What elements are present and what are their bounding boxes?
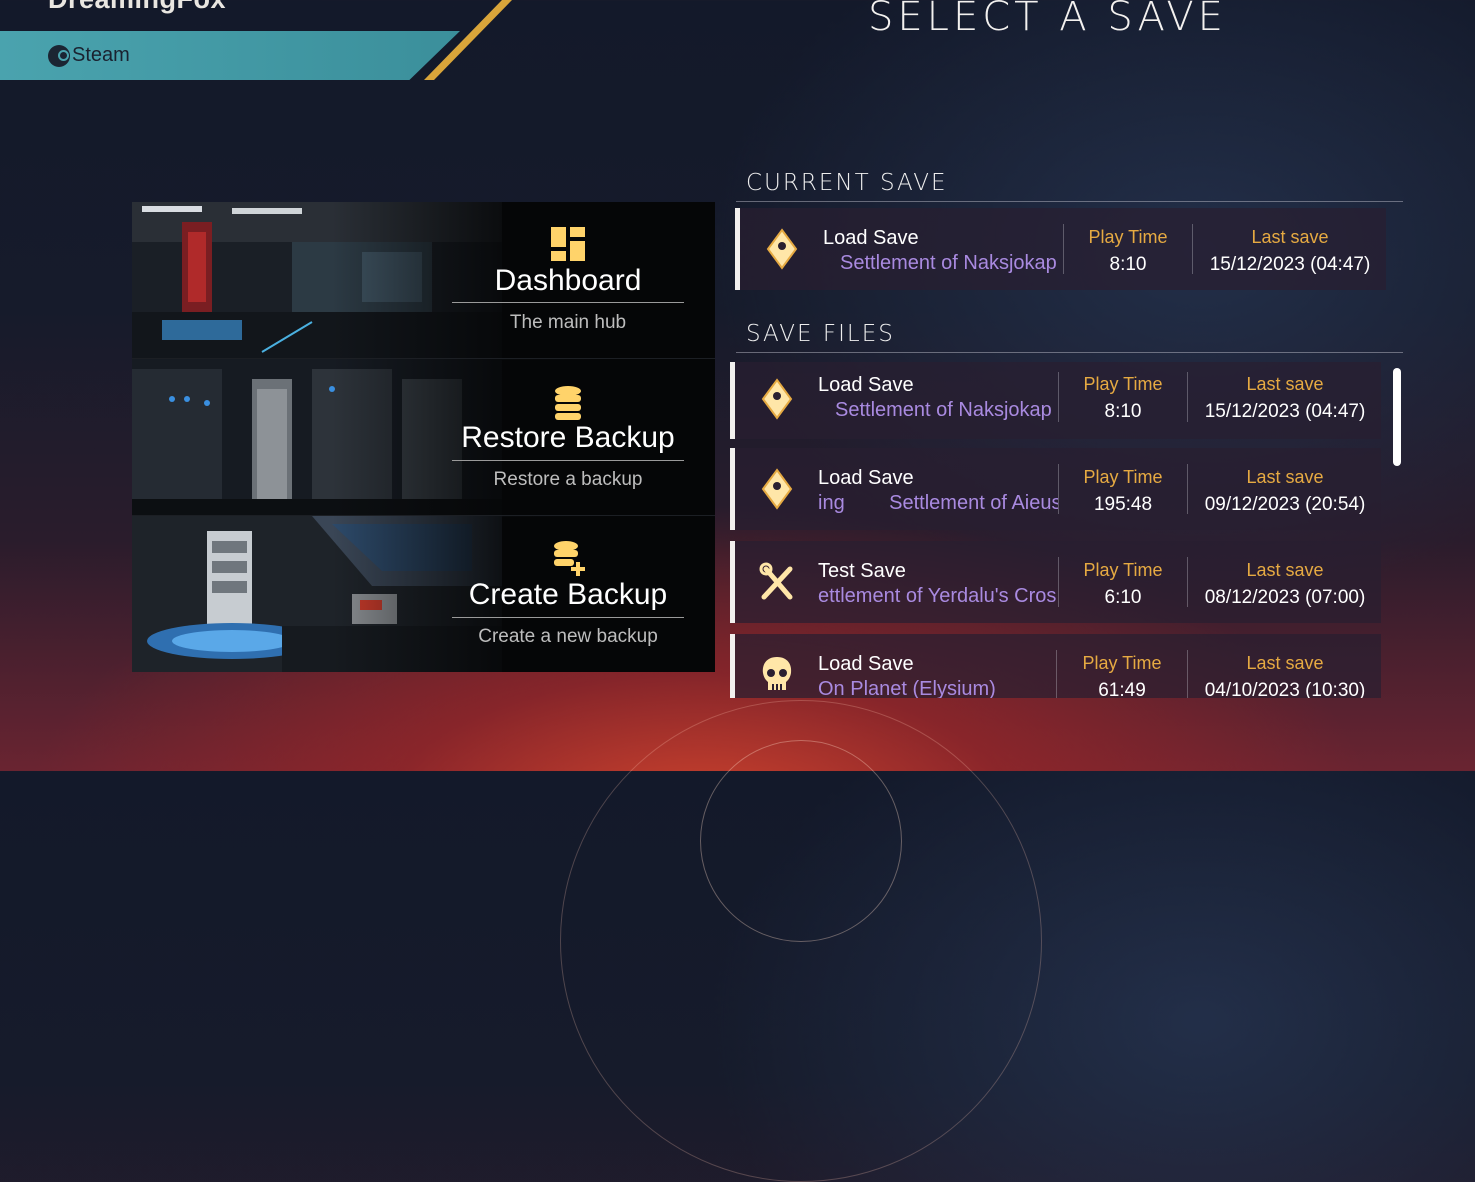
- last-save-label: Last save: [1246, 467, 1324, 487]
- column-divider: [1192, 224, 1193, 274]
- play-time-column: Play Time 195:48: [1065, 467, 1181, 516]
- last-save-value: 04/10/2023 (10:30): [1204, 680, 1366, 698]
- location-pin-icon: [766, 228, 798, 270]
- last-save-label: Last save: [1246, 653, 1324, 673]
- skull-icon: [762, 657, 792, 690]
- database-add-icon: [554, 541, 585, 576]
- last-save-column: Last save 15/12/2023 (04:47): [1192, 374, 1378, 423]
- play-time-label: Play Time: [1083, 467, 1163, 487]
- save-location: On Planet (Elysium): [818, 678, 996, 698]
- column-divider: [1058, 464, 1059, 514]
- last-save-label: Last save: [1246, 560, 1324, 580]
- section-divider: [736, 201, 1403, 202]
- dashboard-icon: [551, 227, 585, 261]
- play-time-label: Play Time: [1083, 374, 1163, 394]
- save-name: Load Save: [818, 374, 914, 396]
- play-time-value: 6:10: [1104, 587, 1142, 608]
- play-time-value: 8:10: [1109, 254, 1147, 275]
- gold-stripe: [424, 0, 512, 80]
- play-time-value: 61:49: [1098, 680, 1146, 698]
- menu-divider: [452, 617, 684, 618]
- play-time-column: Play Time 61:49: [1064, 653, 1180, 698]
- save-file-row[interactable]: Test Save ettlement of Yerdalu's Cros Pl…: [730, 541, 1381, 623]
- last-save-column: Last save 08/12/2023 (07:00): [1192, 560, 1378, 609]
- last-save-value: 09/12/2023 (20:54): [1204, 494, 1366, 515]
- row-accent: [730, 634, 735, 698]
- row-accent: [730, 541, 735, 623]
- location-pin-icon: [761, 468, 793, 510]
- background-ring: [700, 740, 902, 942]
- play-time-column: Play Time 8:10: [1065, 374, 1181, 423]
- last-save-column: Last save 09/12/2023 (20:54): [1192, 467, 1378, 516]
- steam-icon: [48, 44, 70, 67]
- play-time-value: 195:48: [1093, 494, 1153, 515]
- row-accent: [730, 448, 735, 530]
- save-location: ettlement of Yerdalu's Cros: [818, 585, 1057, 607]
- save-file-row[interactable]: Load Save On Planet (Elysium) Play Time …: [730, 634, 1381, 698]
- menu-title: Dashboard: [494, 264, 642, 297]
- save-files-heading: SAVE FILES: [746, 321, 895, 347]
- page-title: SELECT A SAVE: [868, 0, 1227, 40]
- column-divider: [1058, 372, 1059, 422]
- save-file-row[interactable]: Load Save ing Settlement of Aieus Play T…: [730, 448, 1381, 530]
- column-divider: [1056, 650, 1057, 698]
- current-save-row[interactable]: Load Save Settlement of Naksjokap Play T…: [735, 208, 1386, 290]
- save-name: Load Save: [818, 653, 914, 675]
- location-pin-icon: [761, 378, 793, 420]
- menu-subtitle: Restore a backup: [493, 469, 643, 490]
- play-time-label: Play Time: [1088, 227, 1168, 247]
- save-location: Settlement of Naksjokap: [840, 252, 1057, 274]
- menu-subtitle: The main hub: [509, 312, 627, 333]
- save-name: Load Save: [818, 467, 914, 489]
- last-save-label: Last save: [1246, 374, 1324, 394]
- user-name: DreamingFox: [48, 0, 226, 15]
- last-save-value: 15/12/2023 (04:47): [1209, 254, 1371, 275]
- column-divider: [1187, 464, 1188, 514]
- current-save-heading: CURRENT SAVE: [746, 170, 948, 196]
- last-save-value: 08/12/2023 (07:00): [1204, 587, 1366, 608]
- menu-divider: [452, 460, 684, 461]
- column-divider: [1058, 557, 1059, 607]
- platform-label[interactable]: Steam: [48, 44, 130, 67]
- play-time-label: Play Time: [1083, 560, 1163, 580]
- save-list-scrollbar[interactable]: [1393, 368, 1401, 466]
- save-location: Settlement of Naksjokap: [835, 399, 1052, 421]
- tools-icon: [759, 562, 793, 600]
- save-name: Test Save: [818, 560, 906, 582]
- play-time-column: Play Time 6:10: [1065, 560, 1181, 609]
- column-divider: [1187, 557, 1188, 607]
- platform-name: Steam: [72, 44, 130, 66]
- column-divider: [1187, 372, 1188, 422]
- menu-subtitle: Create a new backup: [478, 626, 658, 647]
- database-icon: [555, 386, 581, 420]
- play-time-column: Play Time 8:10: [1070, 227, 1186, 276]
- last-save-column: Last save 04/10/2023 (10:30): [1192, 653, 1378, 698]
- column-divider: [1187, 650, 1188, 698]
- last-save-value: 15/12/2023 (04:47): [1204, 401, 1366, 422]
- menu-item-dashboard[interactable]: Dashboard The main hub: [132, 202, 715, 360]
- play-time-label: Play Time: [1082, 653, 1162, 673]
- section-divider: [736, 352, 1403, 353]
- save-name: Load Save: [823, 227, 919, 249]
- row-accent: [735, 208, 740, 290]
- save-location: ing Settlement of Aieus: [818, 492, 1058, 514]
- row-accent: [730, 362, 735, 439]
- save-file-row[interactable]: Load Save Settlement of Naksjokap Play T…: [730, 362, 1381, 439]
- last-save-label: Last save: [1251, 227, 1329, 247]
- column-divider: [1063, 224, 1064, 274]
- menu-item-restore-backup[interactable]: Restore Backup Restore a backup: [132, 359, 715, 517]
- menu-divider: [452, 302, 684, 303]
- menu-item-create-backup[interactable]: Create Backup Create a new backup: [132, 516, 715, 672]
- play-time-value: 8:10: [1104, 401, 1142, 422]
- menu-title: Create Backup: [468, 578, 668, 611]
- last-save-column: Last save 15/12/2023 (04:47): [1197, 227, 1383, 276]
- menu-title: Restore Backup: [461, 421, 675, 454]
- main-menu: Dashboard The main hub Restore Backup Re…: [132, 202, 715, 672]
